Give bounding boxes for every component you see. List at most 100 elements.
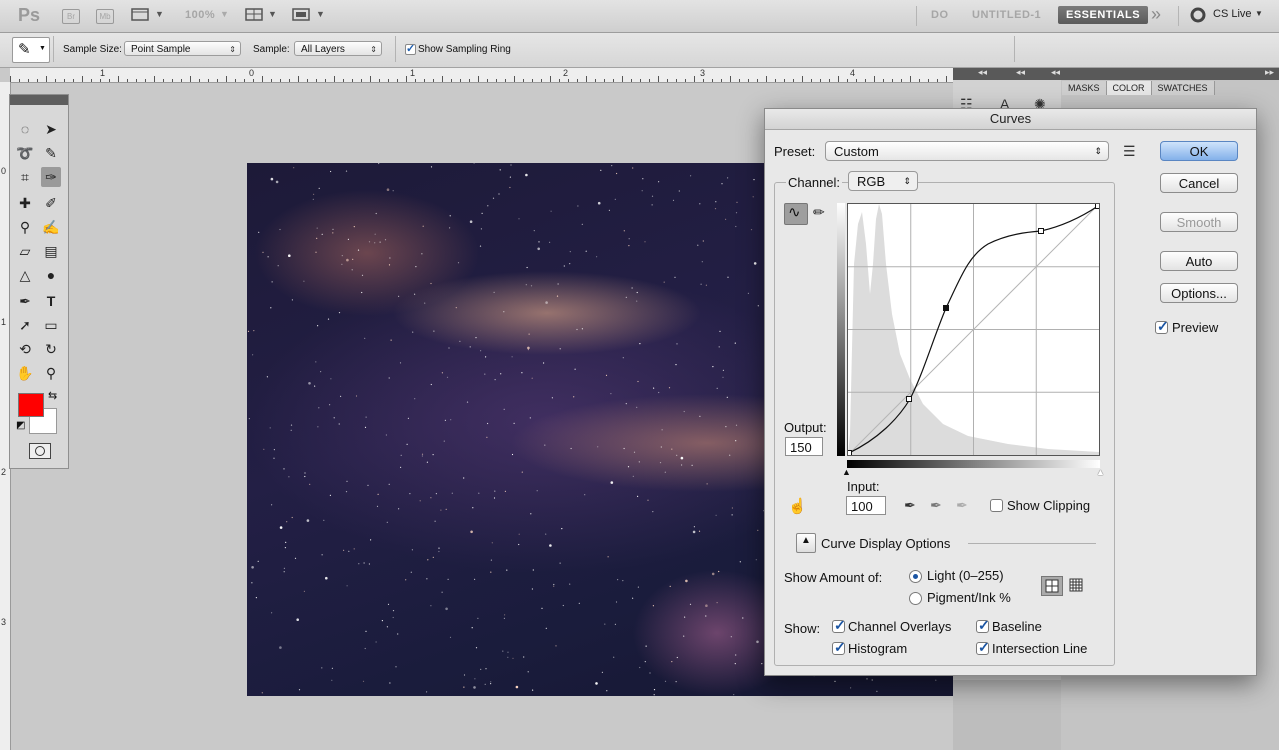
tab-swatches[interactable]: SWATCHES (1151, 81, 1215, 95)
tool-preset-picker[interactable]: ✎ ▼ (12, 37, 50, 63)
essentials-workspace-button[interactable]: ESSENTIALS (1058, 6, 1149, 24)
workspace-do[interactable]: DO (931, 9, 949, 21)
quick-mask-icon[interactable] (29, 443, 51, 459)
cs-live-icon[interactable] (1190, 7, 1206, 23)
foreground-color-swatch[interactable] (18, 393, 44, 417)
default-colors-icon[interactable]: ◩ (16, 420, 25, 431)
tab-color[interactable]: COLOR (1106, 81, 1152, 95)
zoom-dropdown-icon[interactable]: ▼ (220, 9, 229, 19)
detailed-grid-button[interactable] (1066, 576, 1086, 594)
sample-size-select[interactable]: Point Sample ⇕ (124, 41, 241, 56)
show-sampling-ring-checkbox[interactable] (405, 42, 416, 55)
quick-selection-tool-icon[interactable]: ✎ (41, 143, 61, 163)
pigment-radio[interactable] (909, 592, 922, 605)
curve-edit-points-button[interactable]: ∿ (784, 203, 808, 225)
ok-button[interactable]: OK (1160, 141, 1238, 161)
preset-options-icon[interactable]: ☰ (1123, 143, 1136, 160)
3d-rotate-tool-icon[interactable]: ⟲ (15, 339, 35, 359)
history-brush-tool-icon[interactable]: ✍ (41, 217, 61, 237)
histogram-checkbox[interactable] (832, 639, 846, 656)
gray-point-eyedropper-icon[interactable]: ✒ (930, 497, 942, 514)
dialog-title[interactable]: Curves (765, 109, 1256, 130)
baseline-label: Baseline (992, 619, 1042, 634)
select-arrows-icon: ⇕ (229, 45, 236, 54)
preview-checkbox[interactable] (1155, 318, 1169, 335)
spot-healing-tool-icon[interactable]: ✚ (15, 193, 35, 213)
channel-overlays-checkbox[interactable] (832, 617, 846, 634)
rectangular-marquee-tool-icon[interactable]: ◌ (15, 119, 35, 139)
type-tool-icon[interactable]: T (41, 291, 61, 311)
path-selection-tool-icon[interactable]: ➚ (15, 315, 35, 335)
light-label: Light (0–255) (927, 568, 1004, 583)
eraser-tool-icon[interactable]: ▱ (15, 241, 35, 261)
clone-stamp-tool-icon[interactable]: ⚲ (15, 217, 35, 237)
view-extras-icon[interactable] (131, 7, 151, 23)
show-clipping-checkbox[interactable] (990, 499, 1003, 512)
ruler-label: 2 (563, 68, 569, 78)
cancel-button[interactable]: Cancel (1160, 173, 1238, 193)
select-arrows-icon: ⇕ (903, 176, 911, 186)
input-field[interactable]: 100 (846, 496, 886, 515)
bridge-button[interactable]: Br (62, 9, 80, 24)
zoom-level[interactable]: 100% (185, 9, 215, 21)
tab-masks[interactable]: MASKS (1062, 81, 1107, 95)
tools-panel-header[interactable] (10, 95, 68, 105)
expand-icon[interactable]: ▸▸ (1265, 67, 1274, 78)
preset-select[interactable]: Custom ⇕ (825, 141, 1109, 161)
pencil-draw-icon[interactable]: ✏ (813, 204, 825, 221)
black-point-eyedropper-icon[interactable]: ✒ (904, 497, 916, 514)
channel-select[interactable]: RGB ⇕ (848, 171, 918, 191)
smooth-button[interactable]: Smooth (1160, 212, 1238, 232)
swap-colors-icon[interactable]: ⇆ (48, 389, 57, 402)
light-radio[interactable] (909, 570, 922, 583)
lasso-tool-icon[interactable]: ➰ (15, 143, 35, 163)
curve-display-options-label: Curve Display Options (821, 536, 951, 551)
more-workspaces-icon[interactable]: » (1151, 4, 1161, 25)
options-button[interactable]: Options... (1160, 283, 1238, 303)
curve-graph[interactable] (847, 203, 1100, 456)
baseline-checkbox[interactable] (976, 617, 990, 634)
white-point-eyedropper-icon[interactable]: ✒ (956, 497, 968, 514)
cs-live-dropdown-icon[interactable]: ▼ (1255, 9, 1263, 18)
horizontal-ruler: 1 0 1 2 3 4 (10, 68, 955, 83)
document-title-tab[interactable]: UNTITLED-1 (972, 9, 1041, 21)
view-extras-dropdown-icon[interactable]: ▼ (155, 9, 164, 19)
3d-orbit-tool-icon[interactable]: ↻ (41, 339, 61, 359)
blur-tool-icon[interactable]: △ (15, 265, 35, 285)
screen-mode-dropdown-icon[interactable]: ▼ (316, 9, 325, 19)
zoom-tool-icon[interactable]: ⚲ (41, 363, 61, 383)
eyedropper-tool-icon[interactable]: ✑ (41, 167, 61, 187)
crop-tool-icon[interactable]: ⌗ (15, 167, 35, 187)
pen-tool-icon[interactable]: ✒ (15, 291, 35, 311)
collapse-icon[interactable]: ◂◂ (978, 67, 987, 78)
arrange-documents-icon[interactable] (245, 7, 265, 23)
collapse-icon[interactable]: ◂◂ (1051, 67, 1060, 78)
divider (968, 543, 1096, 544)
sample-label: Sample: (253, 44, 290, 55)
screen-mode-icon[interactable] (292, 7, 312, 23)
hand-tool-icon[interactable]: ✋ (15, 363, 35, 383)
auto-button[interactable]: Auto (1160, 251, 1238, 271)
rectangle-tool-icon[interactable]: ▭ (41, 315, 61, 335)
simple-grid-button[interactable] (1041, 576, 1063, 596)
on-image-adjust-hand-icon[interactable]: ☝ (788, 497, 807, 515)
output-field[interactable]: 150 (785, 437, 823, 456)
intersection-line-checkbox[interactable] (976, 639, 990, 656)
show-clipping-label: Show Clipping (1007, 498, 1091, 513)
sample-size-label: Sample Size: (63, 44, 122, 55)
brush-tool-icon[interactable]: ✐ (41, 193, 61, 213)
ruler-label: 2 (1, 467, 7, 477)
white-point-slider-icon[interactable]: ▲ (1096, 467, 1105, 477)
black-point-slider-icon[interactable]: ▲ (842, 467, 851, 477)
cs-live-label[interactable]: CS Live (1213, 8, 1252, 20)
move-tool-icon[interactable]: ➤ (41, 119, 61, 139)
gradient-tool-icon[interactable]: ▤ (41, 241, 61, 261)
ruler-label: 1 (410, 68, 416, 78)
curve-display-options-toggle[interactable]: ▲ (796, 533, 816, 553)
panel-tabs: MASKS COLOR SWATCHES (1062, 81, 1215, 95)
sample-select[interactable]: All Layers ⇕ (294, 41, 382, 56)
collapse-icon[interactable]: ◂◂ (1016, 67, 1025, 78)
mini-bridge-button[interactable]: Mb (96, 9, 114, 24)
arrange-dropdown-icon[interactable]: ▼ (268, 9, 277, 19)
dodge-tool-icon[interactable]: ● (41, 265, 61, 285)
